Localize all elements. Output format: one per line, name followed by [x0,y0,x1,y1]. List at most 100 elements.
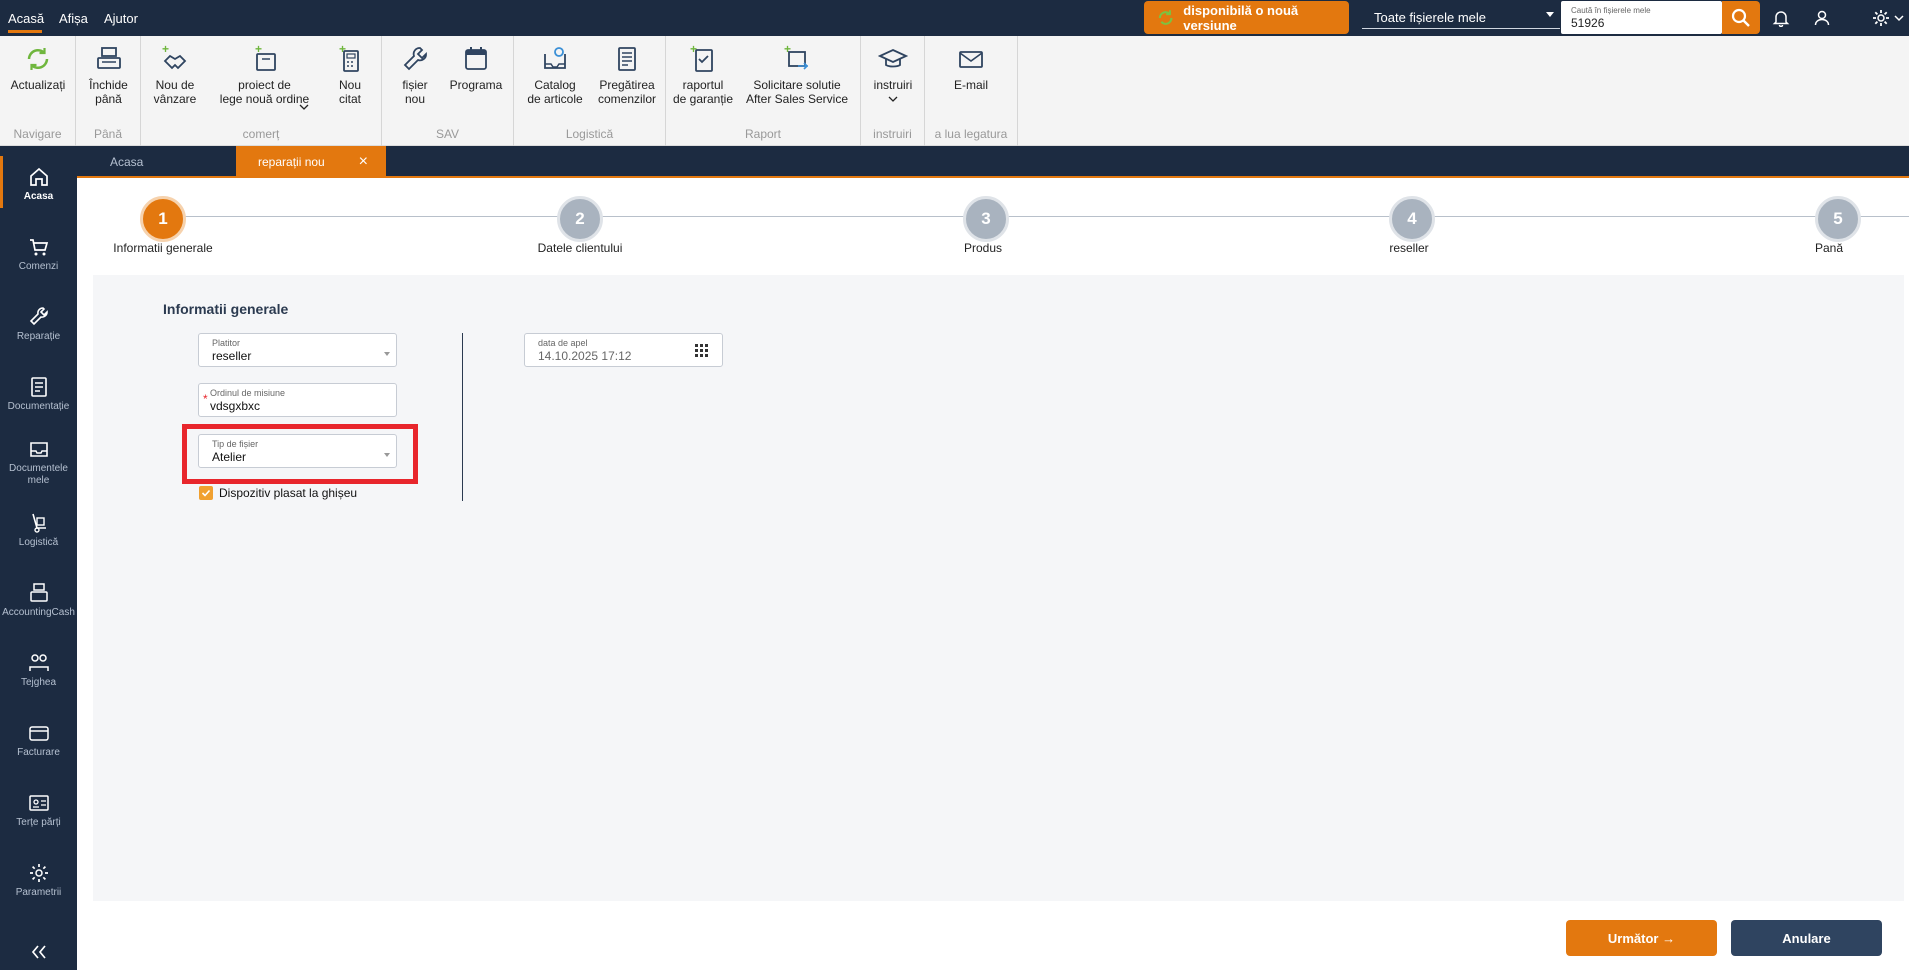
nav-label-tejghea: Tejghea [20,677,57,688]
scope-select[interactable]: Toate fișierele mele [1362,3,1560,29]
chevron-down-icon [384,352,390,356]
hand-truck-icon [31,513,46,533]
nav-item-documentatie[interactable]: Documentație [0,376,77,413]
email-button[interactable]: E-mail [943,44,999,92]
group-label-logistica: Logistică [565,127,614,141]
nav-item-facturare[interactable]: Facturare [0,722,77,759]
refresh-icon [27,48,49,70]
tip-fisier-select[interactable]: Tip de fișier Atelier [198,434,397,468]
chevron-down-icon [1546,12,1554,17]
nav-item-accountingcash[interactable]: AccountingCash [0,582,77,619]
solicitare-solutie-button[interactable]: + Solicitare solutie After Sales Service [738,44,856,106]
programa-button[interactable]: Programa [446,44,506,92]
catalog-articole-button[interactable]: Catalog de articole [522,44,588,106]
nav-label-accountingcash: AccountingCash [2,607,75,618]
chevron-down-icon[interactable] [1892,7,1906,29]
dispozitiv-checkbox-row: Dispozitiv plasat la ghișeu [199,486,357,500]
step-1[interactable]: 1 [140,196,186,242]
next-button[interactable]: Următor → [1566,920,1717,956]
step-3-label: Produs [963,241,1003,255]
ordin-misiune-field[interactable]: * Ordinul de misiune vdsgxbxc [198,383,397,417]
nav-item-terte-parti[interactable]: Terțe părți [0,792,77,829]
nav-label-logistica: Logistică [18,537,59,548]
chevron-down-icon[interactable] [299,102,309,112]
new-version-button[interactable]: disponibilă o nouă versiune [1144,1,1349,34]
step-5[interactable]: 5 [1815,196,1861,242]
nav-label-terte-parti: Terțe părți [16,817,61,828]
proiect-lege-button[interactable]: + proiect de lege nouă ordine [207,44,322,106]
calendar-icon [465,47,487,70]
raportul-garantie-button[interactable]: + raportul de garanție [672,44,734,106]
collapse-nav-button[interactable] [0,944,77,963]
pregatirea-comenzilor-button[interactable]: Pregătirea comenzilor [594,44,660,106]
step-3[interactable]: 3 [963,196,1009,242]
actualizati-button[interactable]: Actualizați [8,44,68,92]
step-2[interactable]: 2 [557,196,603,242]
step-5-label: Pană [1814,241,1844,255]
step-4-label: reseller [1389,241,1429,255]
form-divider [462,333,463,501]
tab-reparatii-nou[interactable]: reparații nou × [236,146,386,178]
scope-select-value: Toate fișierele mele [1374,10,1486,25]
calculator-icon: + [339,44,359,72]
nav-item-tejghea[interactable]: Tejghea [0,652,77,689]
dispozitiv-checkbox[interactable] [199,486,213,500]
nav-item-parametrii[interactable]: Parametrii [0,862,77,899]
nou-vanzare-button[interactable]: + Nou de vânzare [147,44,203,106]
inchide-pana-button[interactable]: Închide până [81,44,136,106]
document-icon [30,377,47,397]
close-icon[interactable]: × [359,153,368,171]
document-box-icon: + [255,44,276,71]
nav-item-comenzi[interactable]: Comenzi [0,236,77,273]
ribbon-group-pana: Închide până Până [76,36,141,146]
tip-fisier-label: Tip de fișier [212,439,259,449]
handshake-icon: + [162,44,187,70]
group-label-sav: SAV [435,127,460,141]
search-input[interactable]: Caută în fișierele mele 51926 [1561,1,1722,34]
user-icon[interactable] [1811,7,1833,29]
step-1-number: 1 [158,209,168,228]
people-icon [28,654,49,671]
calendar-grid-icon[interactable] [695,344,708,360]
nav-item-acasa[interactable]: Acasa [0,156,77,208]
stepper: 1 Informatii generale 2 Datele clientulu… [77,178,1909,273]
inchide-pana-label: Închide până [89,78,128,106]
form-title: Informatii generale [163,301,289,317]
group-label-legatura: a lua legatura [934,127,1008,141]
nav-item-documentele-mele[interactable]: Documentele mele [0,438,77,487]
search-button[interactable] [1722,1,1760,34]
credit-card-icon [28,726,49,741]
actualizati-label: Actualizați [10,78,66,92]
data-apel-value: 14.10.2025 17:12 [538,349,632,363]
step-4[interactable]: 4 [1389,196,1435,242]
search-icon [1731,8,1750,27]
menu-acasa[interactable]: Acasă [8,11,44,26]
chevron-down-icon [384,453,390,457]
nav-item-reparatie[interactable]: Reparație [0,306,77,343]
instruiri-button[interactable]: instruiri [865,44,921,108]
step-2-label: Datele clientului [537,241,623,255]
pregatirea-comenzilor-label: Pregătirea comenzilor [597,78,657,106]
step-5-number: 5 [1833,209,1843,228]
id-card-icon [28,795,49,811]
menu-afisa[interactable]: Afișa [59,11,88,26]
menu-active-underline [8,30,42,33]
catalog-gear-icon [544,47,566,69]
stepper-line [163,216,1909,217]
menu-ajutor[interactable]: Ajutor [104,11,138,26]
nav-item-logistica[interactable]: Logistică [0,512,77,549]
gear-icon[interactable] [1870,7,1892,29]
instruiri-label: instruiri [873,78,913,92]
bell-icon[interactable] [1770,7,1792,29]
data-apel-field[interactable]: data de apel 14.10.2025 17:12 [524,333,723,367]
platitor-select[interactable]: Platitor reseller [198,333,397,367]
group-label-raport: Raport [744,127,782,141]
graduation-cap-icon [878,49,908,68]
tab-acasa[interactable]: Acasa [110,146,143,178]
tip-fisier-value: Atelier [212,450,247,464]
catalog-articole-label: Catalog de articole [527,78,583,106]
fisier-nou-button[interactable]: fișier nou [390,44,440,106]
nav-label-comenzi: Comenzi [18,261,59,272]
nou-citat-button[interactable]: + Nou citat [325,44,375,106]
cancel-button[interactable]: Anulare [1731,920,1882,956]
